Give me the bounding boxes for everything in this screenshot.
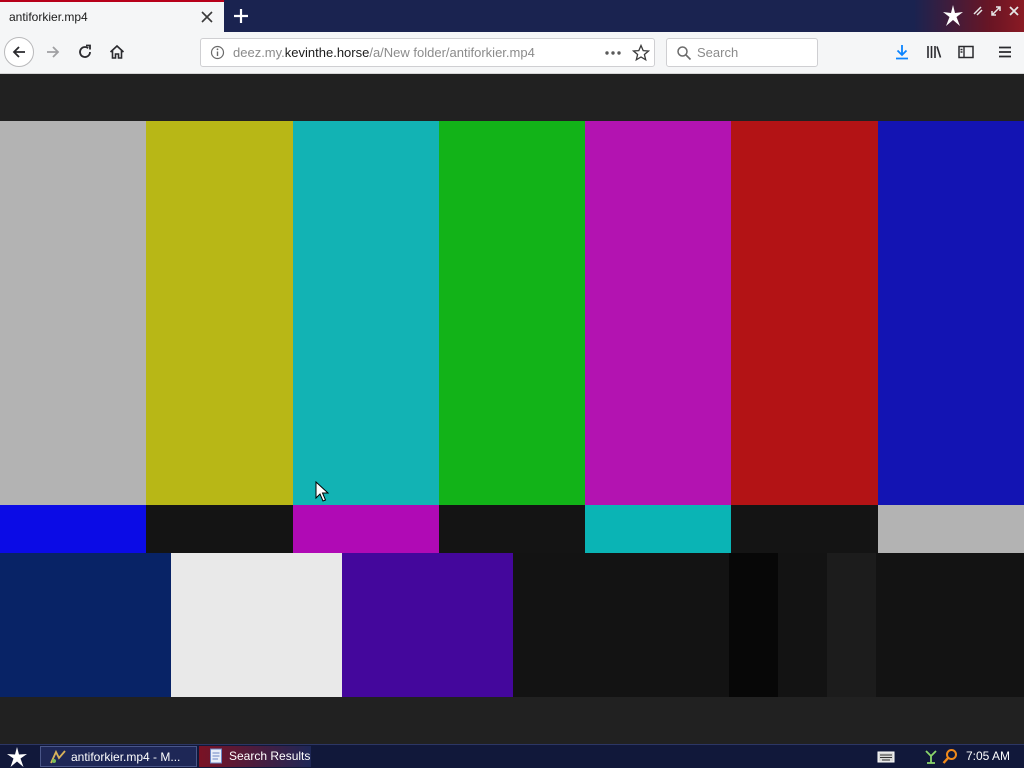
navigation-toolbar: deez.my.kevinthe.horse/a/New folder/anti…	[0, 32, 1024, 74]
top-color-bar	[439, 121, 585, 505]
pluge-bar	[729, 553, 778, 697]
start-menu-icon[interactable]	[6, 746, 28, 768]
minimize-icon[interactable]	[971, 4, 985, 18]
close-window-icon[interactable]	[1007, 4, 1021, 18]
library-icon	[927, 46, 942, 58]
top-color-bar	[731, 121, 878, 505]
top-color-bar	[878, 121, 1024, 505]
middle-color-bar	[878, 505, 1024, 553]
sidebar-button[interactable]	[951, 37, 981, 67]
menu-button[interactable]	[990, 37, 1020, 67]
site-info-icon[interactable]	[210, 45, 225, 60]
back-button[interactable]	[4, 37, 34, 67]
middle-color-bar	[439, 505, 585, 553]
middle-color-bar	[731, 505, 878, 553]
downloads-button[interactable]	[887, 37, 917, 67]
pluge-bar	[876, 553, 1024, 697]
top-color-bar	[0, 121, 146, 505]
tab-active[interactable]: antiforkier.mp4	[0, 0, 224, 32]
middle-color-bar	[585, 505, 731, 553]
pluge-bar	[513, 553, 729, 697]
url-host: kevinthe.horse	[284, 45, 370, 60]
hamburger-menu-icon	[999, 46, 1011, 58]
pluge-bar	[827, 553, 876, 697]
tab-strip: antiforkier.mp4	[0, 0, 1024, 32]
star-logo-icon	[943, 5, 963, 26]
color-bars-frame[interactable]	[0, 121, 1024, 697]
forward-arrow-icon	[47, 46, 60, 58]
clock: 7:05 AM	[966, 749, 1011, 763]
maximize-icon[interactable]	[989, 4, 1003, 18]
bottom-color-bar	[0, 553, 171, 697]
download-icon	[896, 45, 908, 60]
url-bar[interactable]: deez.my.kevinthe.horse/a/New folder/anti…	[200, 38, 655, 67]
tab-close-icon[interactable]	[198, 8, 216, 26]
reload-button[interactable]	[70, 37, 100, 67]
taskbar-task-search[interactable]: Search Results	[199, 746, 311, 767]
page-actions-icon[interactable]	[603, 46, 623, 60]
task-label: Search Results	[229, 749, 311, 763]
bottom-color-bar	[342, 553, 513, 697]
forward-button[interactable]	[38, 37, 68, 67]
middle-color-bar	[0, 505, 146, 553]
keyboard-icon[interactable]	[877, 751, 895, 763]
new-tab-icon[interactable]	[230, 5, 252, 27]
taskbar-task-video[interactable]: antiforkier.mp4 - M...	[40, 746, 197, 767]
bookmark-star-icon[interactable]	[632, 44, 650, 62]
pluge-bar	[778, 553, 827, 697]
media-player-icon	[50, 749, 66, 764]
network-icon[interactable]	[923, 748, 939, 765]
tab-title: antiforkier.mp4	[9, 10, 88, 24]
bottom-color-bar	[171, 553, 342, 697]
top-color-bar	[293, 121, 439, 505]
top-color-bar	[146, 121, 293, 505]
search-placeholder: Search	[697, 45, 739, 60]
home-button[interactable]	[102, 37, 132, 67]
search-tray-icon[interactable]	[942, 748, 958, 765]
mouse-cursor-icon	[315, 481, 329, 502]
back-arrow-icon	[12, 46, 25, 58]
document-icon	[210, 748, 222, 764]
reload-icon	[79, 44, 91, 58]
library-button[interactable]	[919, 37, 949, 67]
search-icon	[677, 46, 692, 61]
taskbar: antiforkier.mp4 - M... Search Results 7:…	[0, 744, 1024, 768]
middle-color-bar	[146, 505, 293, 553]
home-icon	[109, 44, 125, 59]
search-input[interactable]: Search	[666, 38, 818, 67]
top-color-bar	[585, 121, 731, 505]
video-viewport[interactable]	[0, 74, 1024, 744]
task-label: antiforkier.mp4 - M...	[71, 750, 181, 764]
url-text: deez.my.kevinthe.horse/a/New folder/anti…	[233, 45, 535, 60]
sidebar-icon	[958, 45, 974, 59]
middle-color-bar	[293, 505, 439, 553]
